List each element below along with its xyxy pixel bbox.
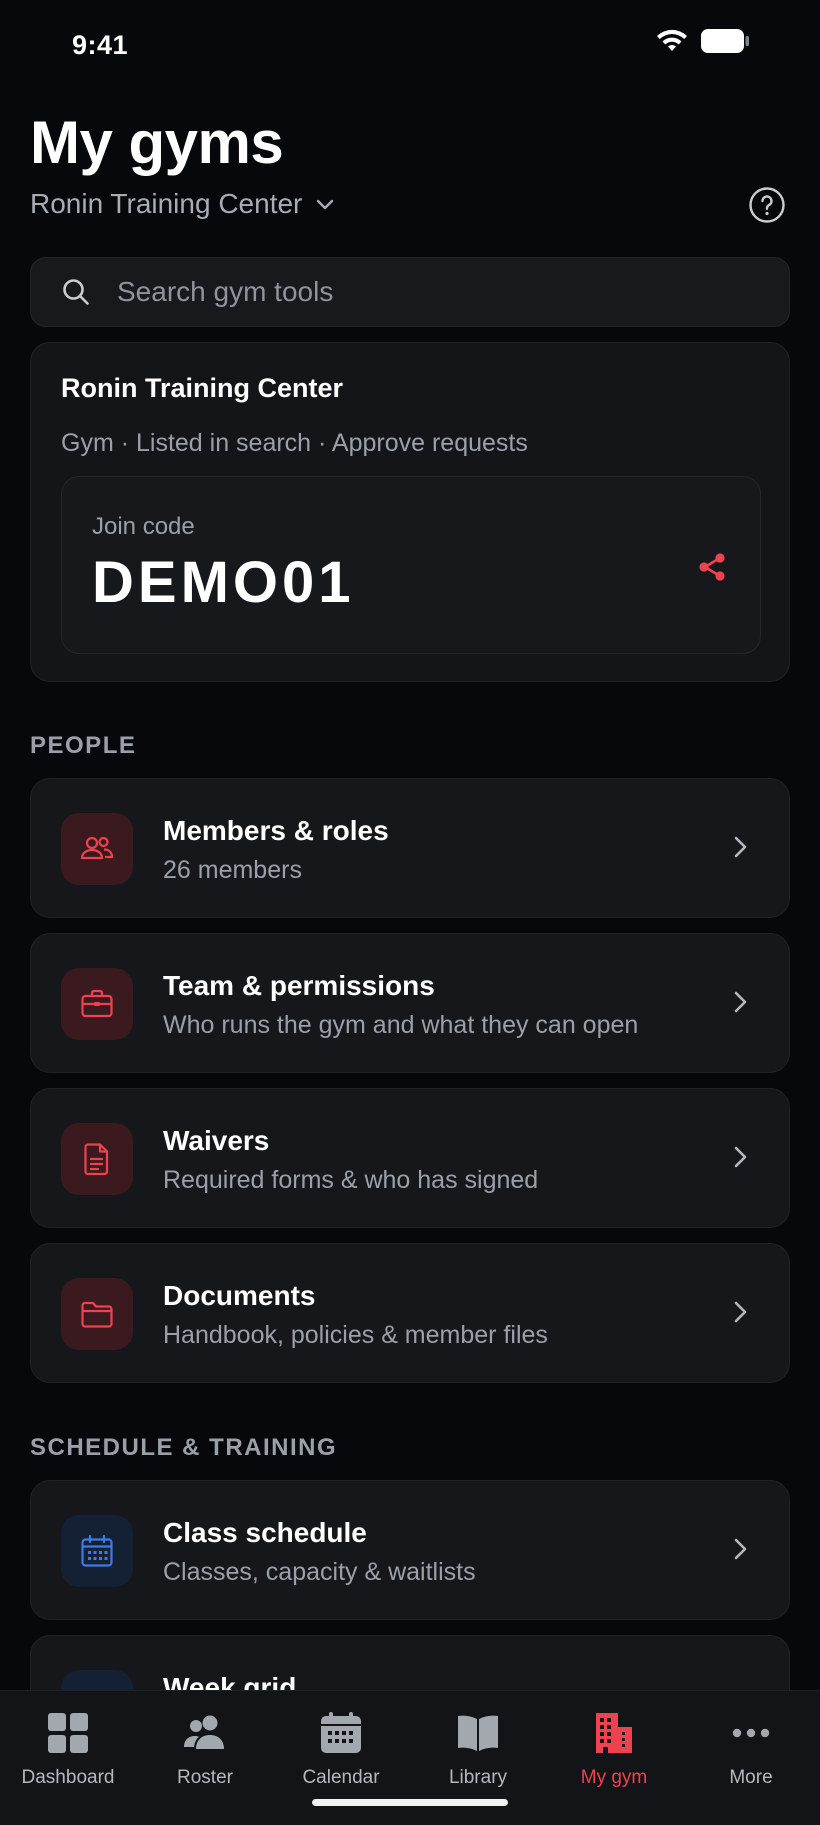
dashboard-icon (48, 1713, 88, 1753)
gym-card-meta: Gym · Listed in search · Approve request… (61, 429, 528, 457)
content-scroll[interactable]: My gyms Ronin Training Center Ronin Trai… (0, 0, 820, 1690)
grid-icon (61, 1670, 133, 1690)
row-title: Class schedule (163, 1517, 367, 1548)
gym-selector[interactable]: Ronin Training Center (30, 188, 336, 220)
row-title: Members & roles (163, 815, 389, 846)
section-label-people: PEOPLE (30, 732, 137, 759)
row-title: Team & permissions (163, 970, 435, 1001)
folder-icon (61, 1278, 133, 1350)
search-bar[interactable] (30, 257, 790, 327)
tab-calendar[interactable]: Calendar (273, 1705, 409, 1795)
chevron-right-icon (734, 1146, 747, 1168)
gym-selector-label: Ronin Training Center (30, 188, 303, 219)
row-team-permissions[interactable]: Team & permissions Who runs the gym and … (30, 933, 790, 1073)
gym-card-name: Ronin Training Center (61, 373, 344, 403)
tab-library[interactable]: Library (410, 1705, 546, 1795)
roster-icon (184, 1715, 224, 1749)
row-title: Waivers (163, 1125, 270, 1156)
tab-label: More (729, 1767, 773, 1788)
more-icon (732, 1728, 770, 1738)
row-subtitle: Required forms & who has signed (163, 1166, 539, 1194)
search-input[interactable] (117, 276, 737, 308)
row-subtitle: Classes, capacity & waitlists (163, 1558, 476, 1586)
calendar-icon (321, 1712, 361, 1753)
chevron-right-icon (734, 836, 747, 858)
chevron-right-icon (734, 1301, 747, 1323)
row-title: Week grid (163, 1672, 297, 1690)
row-members-roles[interactable]: Members & roles 26 members (30, 778, 790, 918)
tab-label: Library (448, 1767, 508, 1788)
home-indicator (312, 1799, 508, 1806)
row-waivers[interactable]: Waivers Required forms & who has signed (30, 1088, 790, 1228)
row-week-grid[interactable]: Week grid (30, 1635, 790, 1690)
tab-dashboard[interactable]: Dashboard (0, 1705, 136, 1795)
row-subtitle: 26 members (163, 856, 302, 884)
briefcase-icon (61, 968, 133, 1040)
people-icon (61, 813, 133, 885)
section-label-schedule: SCHEDULE & TRAINING (30, 1434, 338, 1461)
search-icon (63, 279, 89, 305)
page-title: My gyms (30, 109, 284, 176)
row-documents[interactable]: Documents Handbook, policies & member fi… (30, 1243, 790, 1383)
share-icon[interactable] (694, 549, 730, 585)
tab-roster[interactable]: Roster (137, 1705, 273, 1795)
building-icon (596, 1713, 632, 1753)
book-icon (458, 1715, 498, 1751)
calendar-icon (61, 1515, 133, 1587)
tab-label: Dashboard (21, 1767, 115, 1788)
document-icon (61, 1123, 133, 1195)
tab-label: Calendar (302, 1767, 380, 1788)
chevron-down-icon (317, 199, 334, 210)
tab-my-gym[interactable]: My gym (546, 1705, 682, 1795)
gym-card: Ronin Training Center Gym · Listed in se… (30, 342, 790, 682)
join-code-label: Join code (92, 513, 195, 540)
chevron-right-icon (734, 1538, 747, 1560)
tab-label: My gym (580, 1767, 648, 1788)
tab-more[interactable]: More (683, 1705, 819, 1795)
row-title: Documents (163, 1280, 316, 1311)
row-subtitle: Handbook, policies & member files (163, 1321, 548, 1349)
chevron-right-icon (734, 991, 747, 1013)
tab-label: Roster (177, 1767, 233, 1788)
row-class-schedule[interactable]: Class schedule Classes, capacity & waitl… (30, 1480, 790, 1620)
join-code-box: Join code DEMO01 (61, 476, 761, 654)
join-code-value: DEMO01 (92, 550, 355, 615)
row-subtitle: Who runs the gym and what they can open (163, 1011, 639, 1039)
help-icon[interactable] (748, 186, 786, 224)
